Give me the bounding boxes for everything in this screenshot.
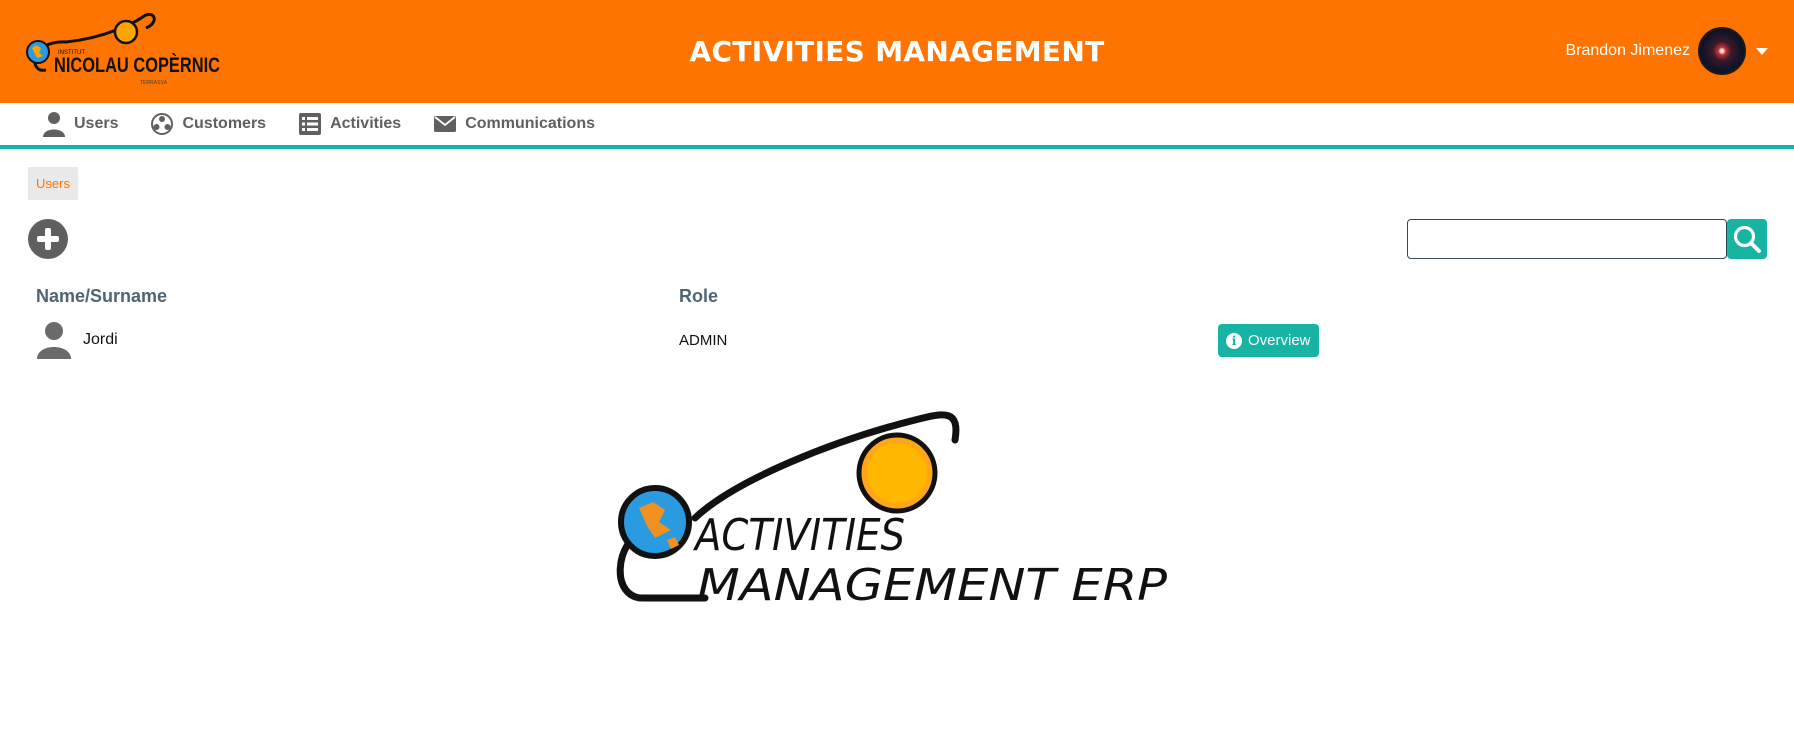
user-menu[interactable]: Brandon Jimenez [1565,26,1768,76]
user-icon [43,112,65,137]
nav-item-label: Communications [465,115,595,132]
breadcrumb: Users [28,167,78,200]
list-icon [299,113,322,135]
main-nav: Users Customers Activities Communication… [0,103,1794,149]
user-name[interactable]: Brandon Jimenez [1565,42,1690,60]
overview-button[interactable]: i Overview [1218,324,1319,357]
user-name-cell: Jordi [83,331,118,348]
customers-icon [151,113,174,135]
chevron-down-icon[interactable] [1756,47,1768,55]
nav-item-customers[interactable]: Customers [150,113,266,135]
nav-item-label: Users [74,115,119,132]
nav-item-activities[interactable]: Activities [298,112,401,136]
logo-line2: NICOLAU COPÈRNIC [54,54,220,77]
column-header-role: Role [679,286,719,306]
overview-label: Overview [1248,332,1311,349]
envelope-icon [434,116,457,132]
erp-logo: ACTIVITIES MANAGEMENT ERP [616,411,1168,611]
nav-item-label: Activities [330,115,402,132]
erp-logo-line2: MANAGEMENT ERP [697,560,1168,611]
avatar[interactable] [1698,27,1746,75]
table-row: Jordi ADMIN i Overview [0,321,1794,361]
page-title: ACTIVITIES MANAGEMENT [689,35,1105,68]
info-icon: i [1226,332,1242,349]
nav-item-label: Customers [182,115,267,132]
institute-logo[interactable]: INSTITUT NICOLAU COPÈRNIC TERRASSA [26,12,222,88]
breadcrumb-item-users[interactable]: Users [36,176,70,191]
erp-logo-line1: ACTIVITIES [692,510,905,561]
nav-item-communications[interactable]: Communications [433,115,595,133]
logo-line3: TERRASSA [140,80,168,86]
column-header-name: Name/Surname [36,286,168,306]
role-cell: ADMIN [679,332,728,349]
nav-item-users[interactable]: Users [42,111,118,137]
search-icon [1733,225,1761,253]
add-user-button[interactable] [28,219,68,259]
app-header: INSTITUT NICOLAU COPÈRNIC TERRASSA ACTIV… [0,0,1794,103]
search-input[interactable] [1407,219,1727,259]
search-button[interactable] [1727,219,1767,259]
user-avatar-icon [37,322,71,359]
